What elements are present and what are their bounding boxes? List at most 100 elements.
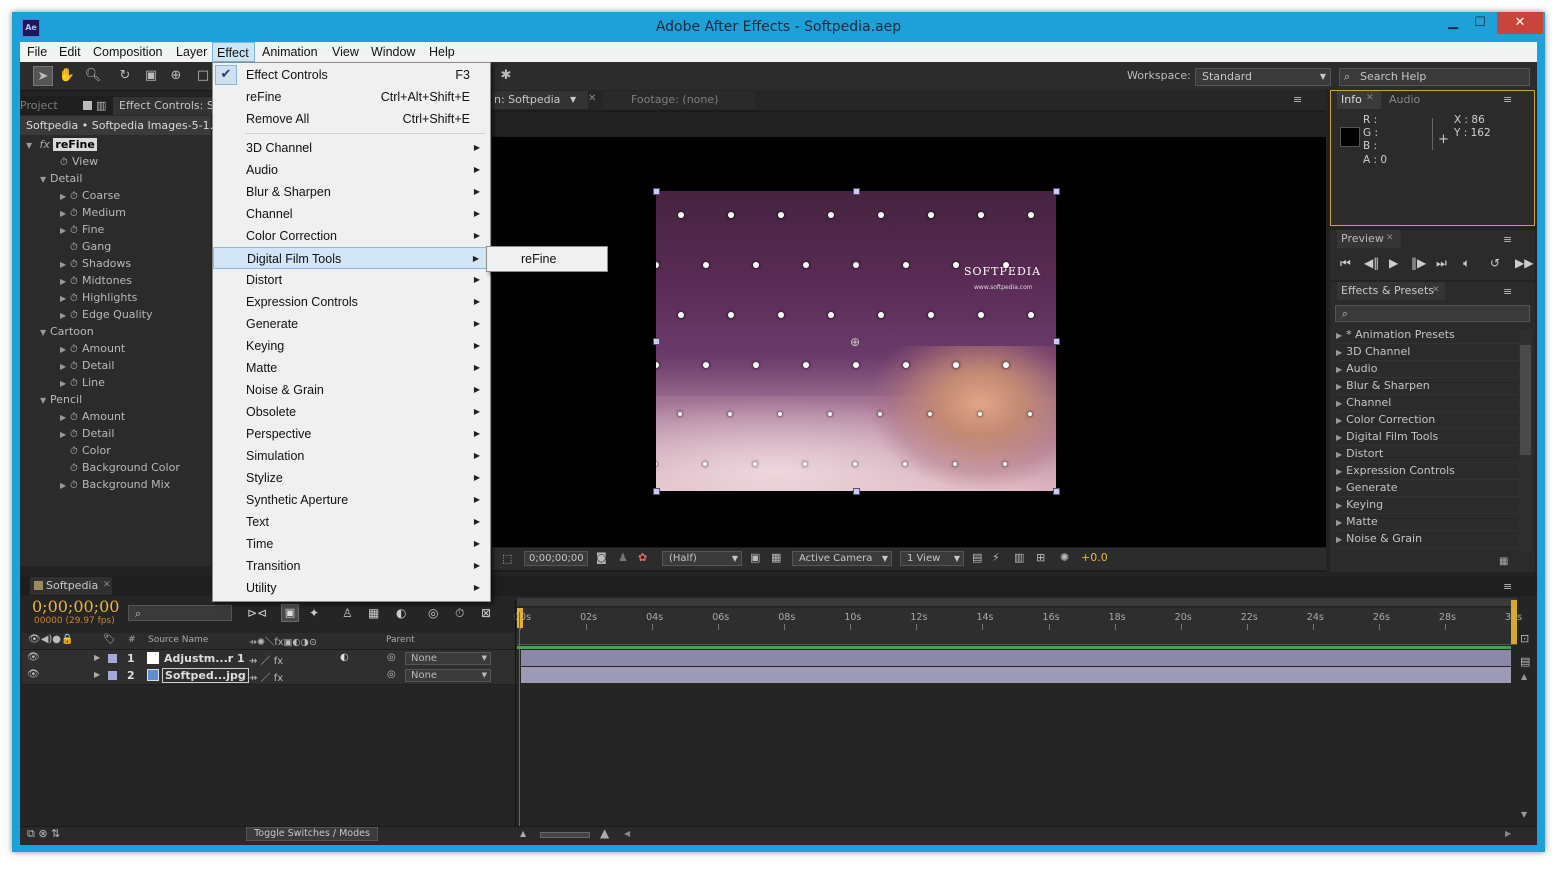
- play-icon[interactable]: ▶: [1389, 256, 1398, 270]
- preset-category-item[interactable]: ▶ Blur & Sharpen: [1336, 377, 1518, 395]
- stopwatch-icon[interactable]: ⏱: [70, 341, 82, 358]
- menu-item-category[interactable]: Blur & Sharpen ▶: [213, 181, 490, 203]
- view-layout-dropdown[interactable]: 1 View ▼: [900, 551, 964, 566]
- new-folder-icon[interactable]: ▦: [1499, 556, 1508, 567]
- selection-tool-icon[interactable]: ➤: [33, 66, 53, 86]
- timeline-timecode[interactable]: 0;00;00;00: [32, 597, 119, 616]
- disclosure-right-icon[interactable]: ▶: [94, 653, 100, 662]
- preset-category-item[interactable]: ▶ Noise & Grain: [1336, 530, 1518, 548]
- exposure-icon[interactable]: ✺: [1060, 551, 1069, 564]
- scroll-right-icon[interactable]: ▶: [1505, 829, 1511, 838]
- disclosure-right-icon[interactable]: ▶: [60, 358, 70, 375]
- close-tab-icon[interactable]: ✕: [588, 93, 596, 104]
- tracking-point[interactable]: [678, 312, 684, 318]
- tracking-point[interactable]: [1028, 312, 1034, 318]
- parent-dropdown[interactable]: None ▼: [405, 652, 491, 665]
- tracking-point[interactable]: [903, 262, 909, 268]
- effects-search-input[interactable]: ⌕: [1335, 305, 1530, 322]
- tracking-point[interactable]: [978, 412, 982, 416]
- rotate-tool-icon[interactable]: ↻: [115, 66, 135, 86]
- layer-bar[interactable]: [521, 650, 1511, 666]
- tracking-point[interactable]: [778, 312, 784, 318]
- submenu-item-refine[interactable]: reFine: [521, 252, 556, 266]
- transform-handle[interactable]: [1053, 488, 1060, 495]
- menu-window[interactable]: Window: [367, 42, 419, 62]
- tab-audio[interactable]: Audio: [1387, 91, 1420, 109]
- menu-item-category[interactable]: Matte ▶: [213, 357, 490, 379]
- tracking-point[interactable]: [753, 462, 757, 466]
- stopwatch-icon[interactable]: ⏱: [70, 205, 82, 222]
- menu-item-category[interactable]: 3D Channel ▶: [213, 137, 490, 159]
- disclosure-right-icon[interactable]: ▶: [1336, 331, 1342, 340]
- scroll-left-icon[interactable]: ◀: [624, 829, 630, 838]
- menu-item-category[interactable]: Text ▶: [213, 511, 490, 533]
- switches-icon[interactable]: ⇸✺＼fx▣◐◑⊙: [249, 634, 317, 648]
- comp-timecode[interactable]: 0;00;00;00: [524, 551, 588, 566]
- disclosure-right-icon[interactable]: ▶: [1336, 348, 1342, 357]
- disclosure-right-icon[interactable]: ▶: [60, 477, 70, 494]
- brainstorm-icon[interactable]: ◎: [428, 606, 438, 620]
- disclosure-right-icon[interactable]: ▶: [1336, 382, 1342, 391]
- tracking-point[interactable]: [703, 262, 709, 268]
- maximize-icon[interactable]: ☐: [1468, 12, 1492, 34]
- property-row[interactable]: ▶ ⏱ Background Mix: [22, 476, 212, 493]
- stopwatch-icon[interactable]: ⏱: [70, 256, 82, 273]
- property-row[interactable]: ▶ ⏱ Amount: [22, 408, 212, 425]
- menu-item-category[interactable]: Transition ▶: [213, 555, 490, 577]
- pick-whip-icon[interactable]: ◎: [387, 652, 396, 663]
- layer-comp-icon[interactable]: ▤: [1520, 655, 1530, 668]
- fast-preview-icon[interactable]: ▣: [750, 551, 760, 564]
- menu-help[interactable]: Help: [425, 42, 459, 62]
- property-row[interactable]: ⏱ View: [22, 153, 212, 170]
- live-update-icon[interactable]: ▣: [281, 604, 299, 622]
- av-features-icon[interactable]: 👁◀)●🔒: [28, 634, 73, 645]
- column-source-name[interactable]: Source Name: [148, 635, 208, 645]
- property-row[interactable]: ⏱ Gang: [22, 238, 212, 255]
- visibility-icon[interactable]: 👁: [27, 669, 40, 680]
- preset-category-item[interactable]: ▶ Channel: [1336, 394, 1518, 412]
- property-row[interactable]: ▶ ⏱ Amount: [22, 340, 212, 357]
- motion-blur-icon[interactable]: ◐: [396, 606, 406, 620]
- toggle-pixel-aspect-icon[interactable]: ▤: [972, 551, 982, 564]
- transform-handle[interactable]: [1053, 338, 1060, 345]
- show-snapshot-icon[interactable]: ♟: [618, 551, 628, 564]
- menu-item-remove-all[interactable]: Remove All Ctrl+Shift+E: [213, 108, 490, 130]
- disclosure-right-icon[interactable]: ▶: [1336, 467, 1342, 476]
- stopwatch-icon[interactable]: ⏱: [70, 222, 82, 239]
- frame-blending-icon[interactable]: ▦: [368, 606, 379, 620]
- tracking-point[interactable]: [1028, 412, 1032, 416]
- disclosure-right-icon[interactable]: ▶: [1336, 535, 1342, 544]
- hide-shy-icon[interactable]: ♙: [342, 606, 353, 620]
- disclosure-right-icon[interactable]: ▶: [1336, 365, 1342, 374]
- menu-item-refine[interactable]: reFine Ctrl+Alt+Shift+E: [213, 86, 490, 108]
- menu-edit[interactable]: Edit: [55, 42, 85, 62]
- tracking-point[interactable]: [928, 412, 932, 416]
- stopwatch-icon[interactable]: ⏱: [70, 477, 82, 494]
- tracking-point[interactable]: [728, 412, 732, 416]
- menu-item-category[interactable]: Noise & Grain ▶: [213, 379, 490, 401]
- tracking-point[interactable]: [978, 312, 984, 318]
- property-row[interactable]: ▶ ⏱ Highlights: [22, 289, 212, 306]
- label-color-swatch[interactable]: [108, 654, 117, 663]
- disclosure-right-icon[interactable]: ▶: [1336, 416, 1342, 425]
- transform-handle[interactable]: [853, 188, 860, 195]
- stopwatch-icon[interactable]: ⏱: [70, 290, 82, 307]
- preset-category-item[interactable]: ▶ 3D Channel: [1336, 343, 1518, 361]
- disclosure-down-icon[interactable]: ▼: [40, 171, 50, 188]
- disclosure-right-icon[interactable]: ▶: [60, 375, 70, 392]
- stopwatch-icon[interactable]: ⏱: [70, 426, 82, 443]
- panel-menu-icon[interactable]: ≡: [1503, 580, 1512, 593]
- tracking-point[interactable]: [728, 212, 734, 218]
- panel-menu-icon[interactable]: ≡: [1293, 93, 1302, 106]
- tracking-point[interactable]: [1028, 212, 1034, 218]
- menu-item-category[interactable]: Color Correction ▶: [213, 225, 490, 247]
- adjustment-switch-icon[interactable]: ◐: [340, 652, 349, 663]
- disclosure-down-icon[interactable]: ▼: [26, 138, 36, 154]
- tab-project[interactable]: Project: [20, 97, 58, 115]
- tracking-point[interactable]: [953, 262, 959, 268]
- tracking-point[interactable]: [753, 362, 759, 368]
- tracking-point[interactable]: [828, 212, 834, 218]
- menu-composition[interactable]: Composition: [89, 42, 166, 62]
- disclosure-right-icon[interactable]: ▶: [60, 222, 70, 239]
- menu-item-category[interactable]: Keying ▶: [213, 335, 490, 357]
